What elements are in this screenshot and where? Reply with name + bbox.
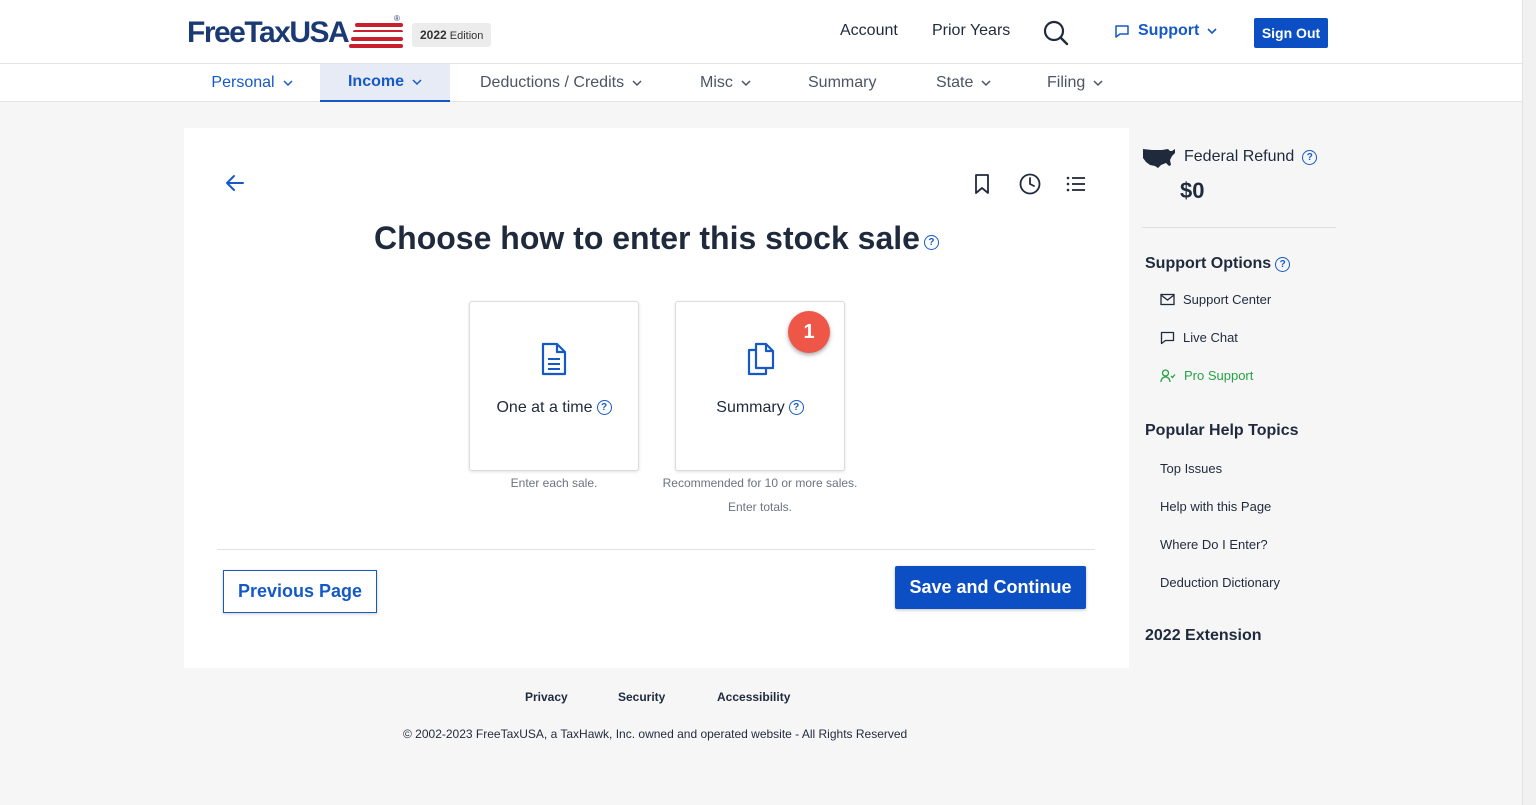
tab-deductions-credits[interactable]: Deductions / Credits [480, 64, 642, 102]
pro-support-link[interactable]: Pro Support [1160, 368, 1253, 383]
sign-out-button[interactable]: Sign Out [1254, 18, 1328, 48]
chat-bubble-icon [1115, 25, 1129, 38]
chevron-down-icon [741, 80, 751, 87]
edition-year: 2022 [420, 28, 447, 42]
freetaxusa-logo[interactable]: FreeTaxUSA [187, 16, 404, 49]
list-menu-icon[interactable] [1064, 172, 1088, 196]
chevron-down-icon [632, 80, 642, 87]
link-text: Support Center [1183, 292, 1272, 307]
chevron-down-icon [412, 79, 422, 86]
registered-mark: ® [394, 14, 400, 23]
chevron-down-icon [283, 80, 293, 87]
option-label: Summary? [676, 399, 844, 417]
section-tabs: Personal Income Deductions / Credits Mis… [0, 64, 1522, 102]
support-options-heading: Support Options ? [1145, 255, 1291, 273]
option-label-text: Summary [716, 399, 785, 416]
option-label: One at a time? [470, 399, 638, 417]
extension-heading[interactable]: 2022 Extension [1145, 627, 1262, 645]
main-card: Choose how to enter this stock sale? One… [184, 128, 1129, 668]
edition-label: Edition [449, 30, 484, 42]
support-label: Support [1138, 22, 1200, 39]
security-link[interactable]: Security [618, 690, 665, 704]
bookmark-icon[interactable] [970, 172, 994, 196]
option-hint: Enter each sale. [510, 476, 598, 490]
user-check-icon [1160, 368, 1176, 382]
chevron-down-icon [1093, 80, 1103, 87]
tab-label: Personal [211, 74, 275, 91]
logo-text: FreeTaxUSA [187, 16, 350, 49]
option-hint: Recommended for 10 or more sales. [662, 476, 858, 490]
top-header: FreeTaxUSA ® 2022 Edition Account Prior … [0, 0, 1522, 64]
tab-label: Deductions / Credits [480, 74, 625, 91]
top-issues-link[interactable]: Top Issues [1160, 461, 1222, 476]
popular-help-topics-heading: Popular Help Topics [1145, 422, 1299, 439]
accessibility-link[interactable]: Accessibility [717, 690, 790, 704]
scrollbar[interactable] [1522, 0, 1536, 805]
tab-income[interactable]: Income [320, 64, 450, 102]
account-link[interactable]: Account [840, 22, 898, 40]
heading-text: Support Options [1145, 255, 1272, 272]
save-and-continue-button[interactable]: Save and Continue [895, 566, 1086, 609]
step-number-badge: 1 [788, 311, 830, 353]
page-title-text: Choose how to enter this stock sale [374, 220, 920, 256]
search-icon[interactable] [1042, 19, 1070, 47]
tab-label: Misc [700, 74, 733, 91]
help-icon[interactable]: ? [1275, 256, 1291, 272]
tab-label: State [936, 74, 974, 91]
help-icon[interactable]: ? [788, 400, 804, 416]
history-clock-icon[interactable] [1018, 172, 1042, 196]
document-icon [541, 342, 567, 376]
tab-filing[interactable]: Filing [1047, 64, 1103, 102]
privacy-link[interactable]: Privacy [525, 690, 568, 704]
back-arrow-icon[interactable] [224, 172, 246, 194]
federal-refund-panel: Federal Refund ? $0 [1142, 146, 1318, 203]
refund-amount: $0 [1180, 178, 1205, 203]
prior-years-link[interactable]: Prior Years [932, 22, 1010, 40]
divider [217, 549, 1095, 550]
tab-label: Filing [1047, 74, 1086, 91]
tab-label: Income [347, 73, 404, 90]
deduction-dictionary-link[interactable]: Deduction Dictionary [1160, 575, 1280, 590]
link-text: Live Chat [1183, 330, 1238, 345]
chat-bubble-icon [1160, 331, 1175, 344]
support-menu[interactable]: Support [1114, 22, 1217, 40]
refund-heading: Federal Refund ? [1142, 146, 1318, 168]
copyright-text: © 2002-2023 FreeTaxUSA, a TaxHawk, Inc. … [403, 727, 908, 741]
chevron-down-icon [1207, 28, 1217, 35]
option-hint: Enter totals. [727, 500, 793, 514]
help-icon[interactable]: ? [1302, 149, 1318, 165]
refund-label: Federal Refund [1184, 148, 1295, 165]
option-one-at-a-time[interactable]: One at a time? [469, 301, 639, 471]
help-icon[interactable]: ? [596, 400, 612, 416]
where-do-i-enter-link[interactable]: Where Do I Enter? [1160, 537, 1268, 552]
live-chat-link[interactable]: Live Chat [1160, 330, 1238, 345]
support-center-link[interactable]: Support Center [1160, 292, 1271, 307]
us-map-icon [1143, 149, 1175, 168]
tab-misc[interactable]: Misc [700, 64, 751, 102]
tab-label: Summary [808, 74, 877, 91]
tab-state[interactable]: State [936, 64, 991, 102]
edition-badge: 2022 Edition [412, 23, 492, 47]
option-label-text: One at a time [496, 399, 593, 416]
chevron-down-icon [981, 80, 991, 87]
previous-page-button[interactable]: Previous Page [223, 570, 377, 613]
mail-icon [1160, 293, 1175, 306]
tab-summary[interactable]: Summary [808, 64, 876, 102]
divider [1142, 227, 1336, 228]
help-with-this-page-link[interactable]: Help with this Page [1160, 499, 1271, 514]
flag-stripes-icon [349, 20, 404, 48]
copy-documents-icon [747, 342, 775, 376]
page-title: Choose how to enter this stock sale? [184, 220, 1129, 257]
help-icon[interactable]: ? [923, 235, 939, 250]
tab-personal[interactable]: Personal [184, 64, 320, 102]
link-text: Pro Support [1184, 368, 1254, 383]
